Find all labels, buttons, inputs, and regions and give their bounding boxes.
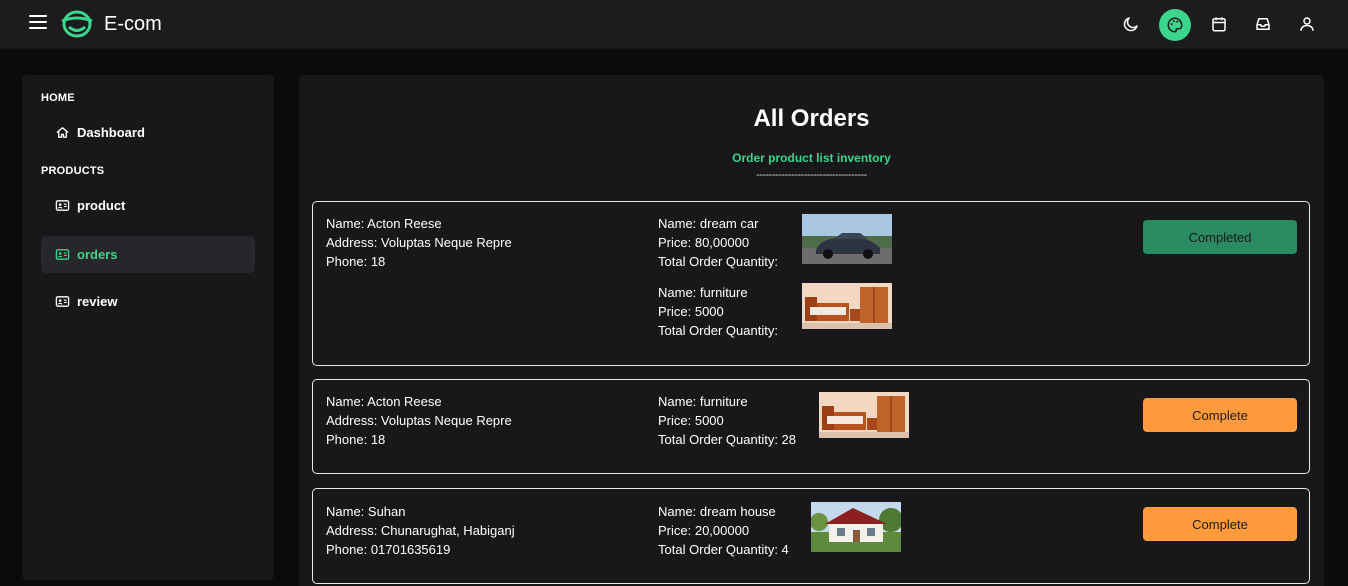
sidebar: HOME Dashboard PRODUCTS product orders r… xyxy=(22,75,274,580)
customer-name: Name: Acton Reese xyxy=(326,216,442,231)
item-price: Price: 5000 xyxy=(658,304,724,319)
sidebar-item-label: product xyxy=(77,198,126,213)
order-item: Name: dream car Price: 80,00000 Total Or… xyxy=(658,214,778,271)
customer-info: Name: Suhan Address: Chunarughat, Habiga… xyxy=(326,502,515,559)
item-name: Name: dream car xyxy=(658,216,759,231)
id-card-icon xyxy=(55,247,70,262)
user-icon[interactable] xyxy=(1295,12,1319,36)
calendar-icon[interactable] xyxy=(1207,12,1231,36)
item-name: Name: furniture xyxy=(658,285,748,300)
page-title: All Orders xyxy=(753,105,870,132)
furniture-image xyxy=(802,283,892,329)
furniture-image xyxy=(819,392,909,438)
item-name: Name: furniture xyxy=(658,394,748,409)
section-label-home: HOME xyxy=(41,92,75,104)
item-quantity: Total Order Quantity: 28 xyxy=(658,432,797,447)
customer-phone: Phone: 01701635619 xyxy=(326,542,451,557)
item-name: Name: dream house xyxy=(658,504,776,519)
order-card: Name: Acton Reese Address: Voluptas Nequ… xyxy=(312,201,1310,366)
sidebar-item-dashboard[interactable]: Dashboard xyxy=(41,114,255,151)
order-card: Name: Suhan Address: Chunarughat, Habiga… xyxy=(312,488,1310,584)
item-price: Price: 20,00000 xyxy=(658,523,750,538)
inbox-icon[interactable] xyxy=(1251,12,1275,36)
order-card: Name: Acton Reese Address: Voluptas Nequ… xyxy=(312,379,1310,474)
order-item: Name: furniture Price: 5000 Total Order … xyxy=(658,283,778,340)
customer-address: Address: Voluptas Neque Repre xyxy=(326,235,512,250)
sidebar-item-label: Dashboard xyxy=(77,125,145,140)
customer-phone: Phone: 18 xyxy=(326,432,386,447)
item-price: Price: 5000 xyxy=(658,413,724,428)
sidebar-item-product[interactable]: product xyxy=(41,187,255,224)
car-image xyxy=(802,214,892,264)
palette-icon[interactable] xyxy=(1159,9,1191,41)
top-navbar: E-com xyxy=(0,0,1348,49)
section-label-products: PRODUCTS xyxy=(41,165,105,177)
house-image xyxy=(811,502,901,552)
id-card-icon xyxy=(55,294,70,309)
customer-phone: Phone: 18 xyxy=(326,254,386,269)
item-quantity: Total Order Quantity: xyxy=(658,323,778,338)
hamburger-menu-icon[interactable] xyxy=(29,15,47,31)
title-divider: ----------------------------------- xyxy=(756,169,867,181)
sidebar-item-review[interactable]: review xyxy=(41,283,255,320)
customer-info: Name: Acton Reese Address: Voluptas Nequ… xyxy=(326,214,512,271)
page-subtitle: Order product list inventory xyxy=(732,151,891,165)
item-quantity: Total Order Quantity: 4 xyxy=(658,542,789,557)
order-item: Name: furniture Price: 5000 Total Order … xyxy=(658,392,796,449)
completed-status-button[interactable]: Completed xyxy=(1143,220,1297,254)
orders-panel: All Orders Order product list inventory … xyxy=(299,75,1324,586)
complete-order-button[interactable]: Complete xyxy=(1143,507,1297,541)
order-item: Name: dream house Price: 20,00000 Total … xyxy=(658,502,789,559)
complete-order-button[interactable]: Complete xyxy=(1143,398,1297,432)
item-quantity: Total Order Quantity: xyxy=(658,254,778,269)
customer-address: Address: Voluptas Neque Repre xyxy=(326,413,512,428)
logo-icon xyxy=(61,10,93,38)
customer-address: Address: Chunarughat, Habiganj xyxy=(326,523,515,538)
brand-name[interactable]: E-com xyxy=(104,13,162,36)
home-icon xyxy=(55,125,70,140)
sidebar-item-label: orders xyxy=(77,247,118,262)
id-card-icon xyxy=(55,198,70,213)
sidebar-item-orders[interactable]: orders xyxy=(41,236,255,273)
customer-info: Name: Acton Reese Address: Voluptas Nequ… xyxy=(326,392,512,449)
moon-icon[interactable] xyxy=(1119,12,1143,36)
customer-name: Name: Acton Reese xyxy=(326,394,442,409)
sidebar-item-label: review xyxy=(77,294,118,309)
item-price: Price: 80,00000 xyxy=(658,235,750,250)
customer-name: Name: Suhan xyxy=(326,504,406,519)
